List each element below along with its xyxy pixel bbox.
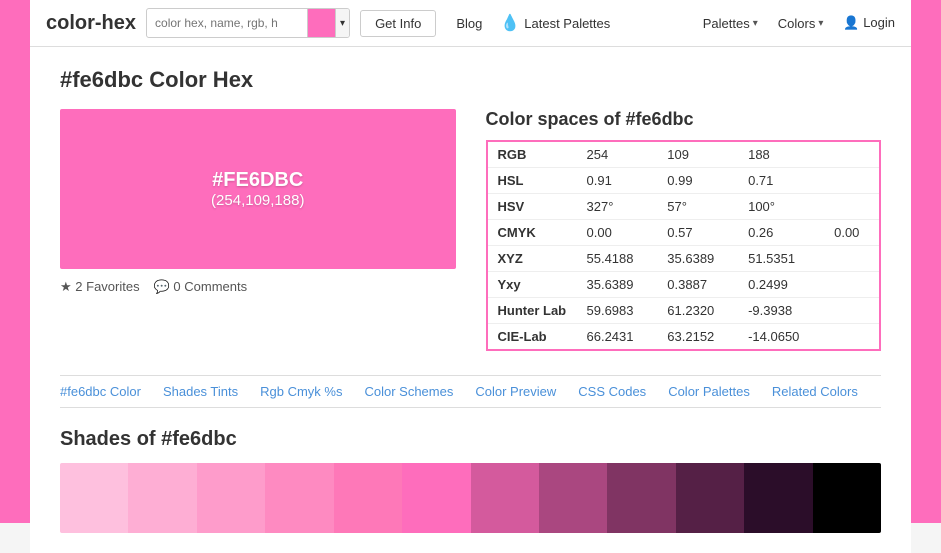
drop-icon: 💧 bbox=[500, 13, 520, 33]
row-v3: 188 bbox=[738, 141, 824, 168]
tab-nav: #fe6dbc Color Shades Tints Rgb Cmyk %s Colo… bbox=[60, 375, 881, 408]
color-square: #FE6DBC (254,109,188) bbox=[60, 109, 456, 269]
color-spaces-title: Color spaces of #fe6dbc bbox=[486, 109, 882, 130]
login-link[interactable]: 👤 Login bbox=[843, 15, 895, 31]
row-v3: 0.26 bbox=[738, 220, 824, 246]
page-title: #fe6dbc Color Hex bbox=[60, 67, 881, 93]
logo[interactable]: color-hex bbox=[46, 12, 136, 35]
search-container: ▾ bbox=[146, 8, 350, 38]
color-rgb-label: (254,109,188) bbox=[211, 192, 304, 209]
header: color-hex ▾ Get Info Blog 💧 Latest Palet… bbox=[30, 0, 911, 47]
color-spaces-table: RGB 254 109 188HSL 0.91 0.99 0.71HSV 327… bbox=[486, 140, 882, 351]
tab-link[interactable]: Related Colors bbox=[772, 384, 858, 399]
row-label: HSL bbox=[487, 168, 577, 194]
comment-icon: 💬 bbox=[154, 279, 170, 294]
color-hex-label: #FE6DBC bbox=[212, 169, 303, 192]
row-v2: 0.99 bbox=[657, 168, 738, 194]
palettes-dropdown-icon: ▾ bbox=[753, 18, 758, 29]
row-v3: 0.71 bbox=[738, 168, 824, 194]
table-row: HSL 0.91 0.99 0.71 bbox=[487, 168, 881, 194]
color-preview-swatch bbox=[307, 9, 335, 37]
comments-label: 0 Comments bbox=[173, 279, 247, 294]
row-v1: 59.6983 bbox=[577, 298, 658, 324]
row-label: HSV bbox=[487, 194, 577, 220]
shades-section: Shades of #fe6dbc bbox=[60, 428, 881, 533]
latest-palettes-link[interactable]: 💧 Latest Palettes bbox=[500, 13, 610, 33]
row-label: XYZ bbox=[487, 246, 577, 272]
tab-link[interactable]: Color Preview bbox=[475, 384, 556, 399]
right-panel: Color spaces of #fe6dbc RGB 254 109 188H… bbox=[486, 109, 882, 351]
login-label: Login bbox=[863, 15, 895, 30]
header-right: Palettes ▾ Colors ▾ 👤 Login bbox=[703, 15, 895, 31]
table-row: XYZ 55.4188 35.6389 51.5351 bbox=[487, 246, 881, 272]
main-content: #fe6dbc Color Hex #FE6DBC (254,109,188) … bbox=[30, 47, 911, 553]
row-label: RGB bbox=[487, 141, 577, 168]
row-v1: 66.2431 bbox=[577, 324, 658, 351]
main-grid: #FE6DBC (254,109,188) ★ 2 Favorites 💬 0 … bbox=[60, 109, 881, 351]
palettes-dropdown[interactable]: Palettes ▾ bbox=[703, 16, 758, 31]
table-row: Yxy 35.6389 0.3887 0.2499 bbox=[487, 272, 881, 298]
row-label: CIE-Lab bbox=[487, 324, 577, 351]
tab-link[interactable]: #fe6dbc Color bbox=[60, 384, 141, 399]
row-v2: 109 bbox=[657, 141, 738, 168]
colors-dropdown-icon: ▾ bbox=[818, 18, 823, 29]
row-v3: -9.3938 bbox=[738, 298, 824, 324]
row-v1: 254 bbox=[577, 141, 658, 168]
favorites-label: 2 Favorites bbox=[75, 279, 139, 294]
row-v3: -14.0650 bbox=[738, 324, 824, 351]
row-v1: 35.6389 bbox=[577, 272, 658, 298]
tab-link[interactable]: Color Schemes bbox=[364, 384, 453, 399]
table-row: CMYK 0.00 0.57 0.260.00 bbox=[487, 220, 881, 246]
get-info-button[interactable]: Get Info bbox=[360, 10, 436, 37]
row-v2: 57° bbox=[657, 194, 738, 220]
tab-link[interactable]: Color Palettes bbox=[668, 384, 750, 399]
row-label: CMYK bbox=[487, 220, 577, 246]
tab-link[interactable]: Shades Tints bbox=[163, 384, 238, 399]
table-row: Hunter Lab 59.6983 61.2320 -9.3938 bbox=[487, 298, 881, 324]
user-icon: 👤 bbox=[843, 15, 859, 30]
color-dropdown-arrow[interactable]: ▾ bbox=[335, 9, 349, 37]
row-v2: 0.3887 bbox=[657, 272, 738, 298]
star-icon: ★ bbox=[60, 279, 72, 294]
table-row: RGB 254 109 188 bbox=[487, 141, 881, 168]
row-v2: 63.2152 bbox=[657, 324, 738, 351]
row-v1: 55.4188 bbox=[577, 246, 658, 272]
row-label: Yxy bbox=[487, 272, 577, 298]
comments-count: 💬 0 Comments bbox=[154, 279, 248, 295]
row-label: Hunter Lab bbox=[487, 298, 577, 324]
row-v1: 0.91 bbox=[577, 168, 658, 194]
row-v1: 0.00 bbox=[577, 220, 658, 246]
row-v4: 0.00 bbox=[824, 220, 880, 246]
row-v3: 51.5351 bbox=[738, 246, 824, 272]
table-row: CIE-Lab 66.2431 63.2152 -14.0650 bbox=[487, 324, 881, 351]
row-v2: 61.2320 bbox=[657, 298, 738, 324]
shades-title: Shades of #fe6dbc bbox=[60, 428, 881, 451]
row-v3: 100° bbox=[738, 194, 824, 220]
row-v2: 0.57 bbox=[657, 220, 738, 246]
search-input[interactable] bbox=[147, 11, 307, 35]
tab-link[interactable]: Rgb Cmyk %s bbox=[260, 384, 342, 399]
favorites-row: ★ 2 Favorites 💬 0 Comments bbox=[60, 279, 456, 295]
left-panel: #FE6DBC (254,109,188) ★ 2 Favorites 💬 0 … bbox=[60, 109, 456, 351]
table-row: HSV 327° 57° 100° bbox=[487, 194, 881, 220]
header-nav: Blog 💧 Latest Palettes bbox=[456, 13, 692, 33]
row-v3: 0.2499 bbox=[738, 272, 824, 298]
row-v1: 327° bbox=[577, 194, 658, 220]
colors-label: Colors bbox=[778, 16, 816, 31]
tab-link[interactable]: CSS Codes bbox=[578, 384, 646, 399]
favorites-count: ★ 2 Favorites bbox=[60, 279, 140, 295]
colors-dropdown[interactable]: Colors ▾ bbox=[778, 16, 824, 31]
blog-link[interactable]: Blog bbox=[456, 16, 482, 31]
latest-palettes-label: Latest Palettes bbox=[524, 16, 610, 31]
row-v2: 35.6389 bbox=[657, 246, 738, 272]
palettes-label: Palettes bbox=[703, 16, 750, 31]
